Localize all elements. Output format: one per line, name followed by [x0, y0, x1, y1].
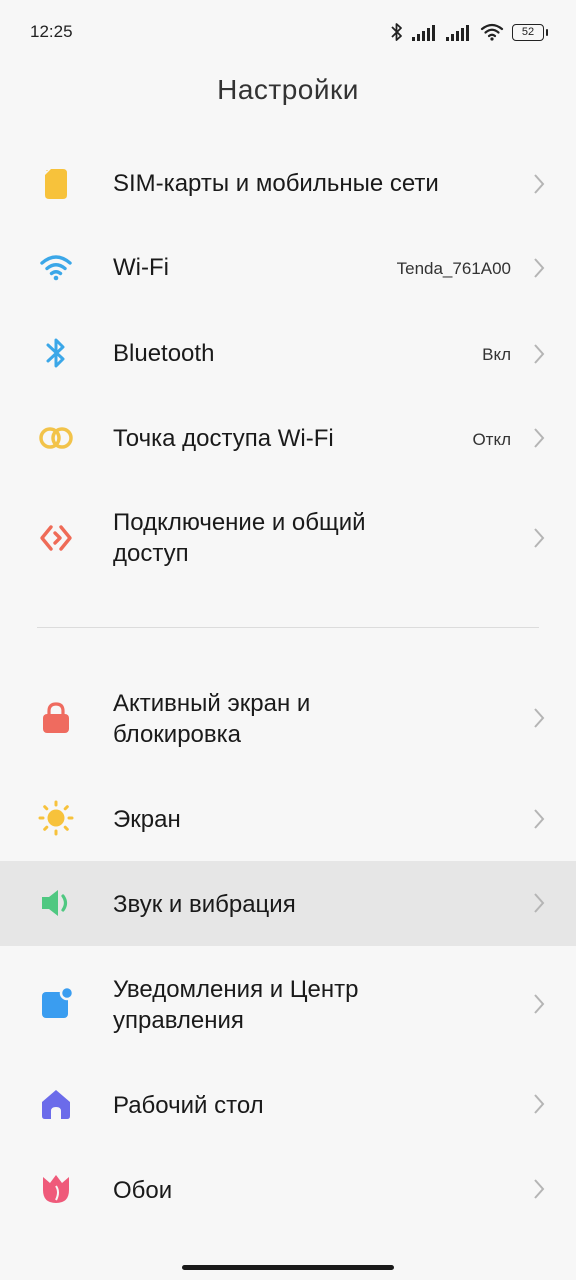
settings-item-label: управления [113, 1007, 244, 1034]
settings-item-label: доступ [113, 540, 189, 567]
chevron-right-icon [534, 174, 545, 194]
sun-icon [38, 800, 74, 836]
battery-icon: 52 [512, 23, 548, 41]
bluetooth-icon [38, 335, 74, 371]
bluetooth-status-icon [391, 23, 402, 41]
settings-item-label: Подключение и общий [113, 509, 366, 536]
sim-card-icon [38, 166, 74, 202]
chevron-right-icon [534, 708, 545, 728]
settings-item-connection-sharing[interactable]: Подключение и общий доступ [0, 480, 576, 596]
settings-item-label: блокировка [113, 721, 242, 748]
tulip-icon [38, 1171, 74, 1207]
settings-item-wifi[interactable]: Wi-Fi Tenda_761A00 [0, 226, 576, 310]
lock-icon [38, 700, 74, 736]
status-icons: 52 [390, 20, 548, 44]
settings-item-label: Активный экран и [113, 690, 311, 717]
wifi-network-name: Tenda_761A00 [396, 259, 511, 278]
chevron-right-icon [534, 344, 545, 364]
bluetooth-status: Вкл [482, 345, 511, 364]
settings-item-label: Bluetooth [113, 340, 215, 367]
settings-item-label: Обои [113, 1177, 173, 1204]
connection-sharing-icon [38, 520, 74, 556]
chevron-right-icon [534, 809, 545, 829]
hotspot-icon [38, 420, 74, 456]
chevron-right-icon [534, 258, 545, 278]
settings-item-label: Рабочий стол [113, 1092, 264, 1119]
settings-item-wallpaper[interactable]: Обои [0, 1147, 576, 1232]
settings-item-label: Звук и вибрация [113, 891, 296, 918]
settings-item-notifications[interactable]: Уведомления и Центр управления [0, 946, 576, 1062]
status-bar: 12:25 52 [0, 0, 576, 64]
home-icon [38, 1086, 74, 1122]
settings-item-sound[interactable]: Звук и вибрация [0, 861, 576, 946]
status-time: 12:25 [30, 22, 73, 41]
signal-icon [412, 25, 435, 41]
notification-icon [38, 986, 74, 1022]
chevron-right-icon [534, 428, 545, 448]
chevron-right-icon [534, 1179, 545, 1199]
wifi-icon [38, 250, 74, 286]
settings-item-home-screen[interactable]: Рабочий стол [0, 1062, 576, 1147]
settings-item-bluetooth[interactable]: Bluetooth Вкл [0, 310, 576, 396]
settings-item-label: Точка доступа Wi-Fi [113, 425, 334, 452]
wifi-status-icon [480, 23, 504, 41]
settings-item-label: Экран [113, 806, 181, 833]
settings-item-lock-screen[interactable]: Активный экран и блокировка [0, 660, 576, 776]
settings-item-label: SIM-карты и мобильные сети [113, 170, 439, 197]
home-indicator-bar[interactable] [182, 1265, 394, 1270]
settings-item-sim[interactable]: SIM-карты и мобильные сети [0, 142, 576, 226]
speaker-icon [38, 885, 74, 921]
page-title: Настройки [217, 74, 359, 105]
settings-item-display[interactable]: Экран [0, 776, 576, 861]
chevron-right-icon [534, 1094, 545, 1114]
settings-item-label: Уведомления и Центр [113, 976, 359, 1003]
signal-icon-2 [446, 25, 469, 41]
chevron-right-icon [534, 994, 545, 1014]
settings-item-label: Wi-Fi [113, 254, 169, 281]
settings-item-hotspot[interactable]: Точка доступа Wi-Fi Откл [0, 396, 576, 480]
chevron-right-icon [534, 528, 545, 548]
chevron-right-icon [534, 893, 545, 913]
hotspot-status: Откл [472, 430, 511, 449]
section-divider [37, 627, 539, 628]
